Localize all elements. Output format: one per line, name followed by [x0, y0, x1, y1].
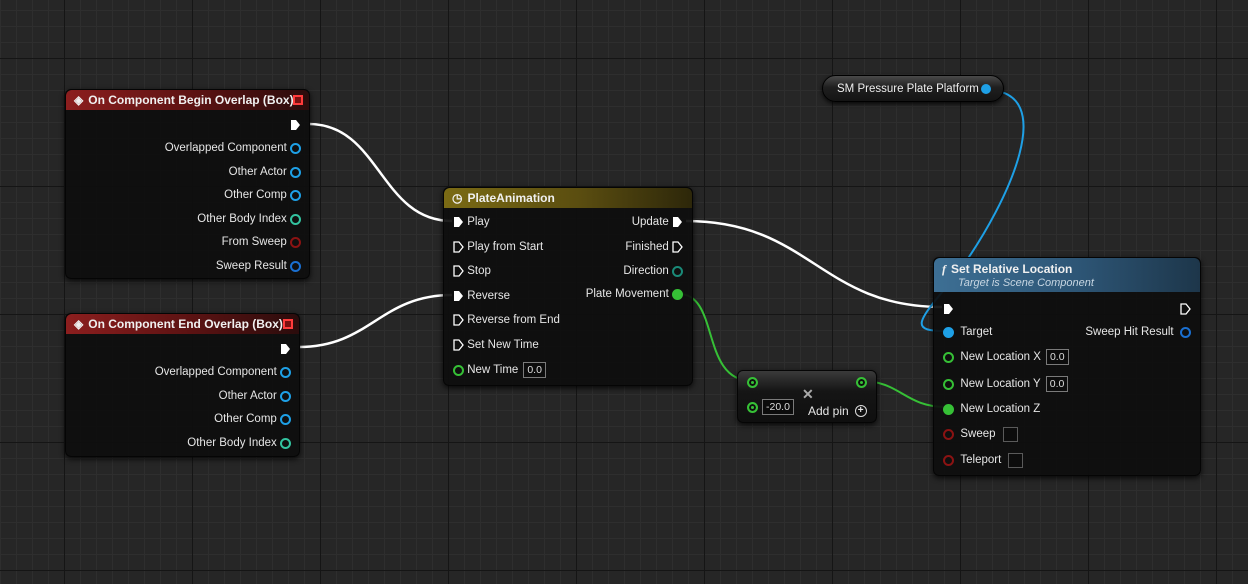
struct-pin-icon — [290, 260, 301, 272]
begin-pin-overlapped-component[interactable]: Overlapped Component — [165, 140, 301, 156]
int-pin-icon — [280, 437, 291, 449]
exec-wire-begin-to-play — [308, 122, 453, 223]
set-location-pin-sweep[interactable]: Sweep — [943, 426, 1018, 442]
delegate-icon[interactable] — [293, 95, 303, 105]
bool-pin-icon — [290, 236, 301, 248]
add-input-b-pin[interactable] — [747, 402, 758, 413]
object-pin-icon — [943, 326, 954, 338]
add-pin-button[interactable]: Add pin + — [808, 404, 867, 418]
float-pin-icon — [943, 378, 954, 390]
delegate-icon[interactable] — [283, 319, 293, 329]
object-pin-icon — [290, 189, 301, 201]
begin-overlap-header[interactable]: ◈ On Component Begin Overlap (Box) — [66, 90, 309, 110]
new-time-input[interactable]: 0.0 — [523, 362, 546, 378]
bool-pin-icon — [943, 454, 954, 466]
object-pin-icon — [280, 413, 291, 425]
new-location-y-input[interactable]: 0.0 — [1045, 376, 1069, 392]
set-location-pin-z[interactable]: New Location Z — [943, 401, 1040, 417]
function-icon: f — [942, 261, 946, 276]
timeline-title: PlateAnimation — [467, 191, 555, 205]
end-overlap-event-node[interactable]: ◈ On Component End Overlap (Box) Overlap… — [65, 313, 300, 457]
begin-pin-from-sweep[interactable]: From Sweep — [222, 234, 301, 250]
set-location-exec-in-pin[interactable] — [943, 301, 954, 317]
int-pin-icon — [290, 213, 301, 225]
timeline-pin-reverse[interactable]: Reverse — [453, 288, 510, 304]
object-pin-icon[interactable] — [981, 84, 991, 94]
set-relative-location-node[interactable]: f Set Relative Location Target is Scene … — [933, 257, 1201, 476]
timeline-pin-play-from-start[interactable]: Play from Start — [453, 239, 543, 255]
object-pin-icon — [280, 390, 291, 402]
set-location-pin-x[interactable]: New Location X 0.0 — [943, 349, 1069, 365]
add-input-a-pin[interactable] — [747, 377, 758, 388]
plus-circle-icon: + — [854, 405, 867, 417]
add-float-node[interactable]: ✕ -20.0 Add pin + — [737, 370, 877, 423]
begin-pin-other-body-index[interactable]: Other Body Index — [197, 211, 301, 227]
exec-wire-update-to-set — [685, 219, 943, 309]
set-location-subtitle: Target is Scene Component — [958, 276, 1094, 289]
timeline-node[interactable]: ◷ PlateAnimation Play Play from Start St… — [443, 187, 693, 386]
object-pin-icon — [290, 166, 301, 178]
timeline-pin-set-new-time[interactable]: Set New Time — [453, 337, 539, 353]
end-overlap-title: On Component End Overlap (Box) — [88, 317, 283, 331]
struct-pin-icon — [1180, 326, 1191, 338]
timeline-pin-play[interactable]: Play — [453, 214, 490, 230]
add-x-icon: ✕ — [802, 386, 814, 402]
begin-overlap-event-node[interactable]: ◈ On Component Begin Overlap (Box) Overl… — [65, 89, 310, 279]
begin-exec-out-pin[interactable] — [290, 117, 301, 133]
end-overlap-header[interactable]: ◈ On Component End Overlap (Box) — [66, 314, 299, 334]
begin-pin-other-actor[interactable]: Other Actor — [229, 164, 301, 180]
end-pin-overlapped-component[interactable]: Overlapped Component — [155, 364, 291, 380]
timeline-pin-reverse-from-end[interactable]: Reverse from End — [453, 312, 560, 328]
timeline-pin-plate-movement[interactable]: Plate Movement — [586, 286, 683, 302]
float-pin-icon — [943, 403, 954, 415]
timeline-pin-stop[interactable]: Stop — [453, 263, 491, 279]
event-icon: ◈ — [74, 317, 84, 331]
sm-pressure-plate-platform-variable[interactable]: SM Pressure Plate Platform — [822, 75, 1004, 102]
begin-pin-other-comp[interactable]: Other Comp — [224, 187, 301, 203]
begin-overlap-title: On Component Begin Overlap (Box) — [88, 93, 294, 107]
timeline-pin-finished[interactable]: Finished — [625, 239, 683, 255]
set-location-title: Set Relative Location — [951, 262, 1073, 276]
set-location-exec-out-pin[interactable] — [1180, 301, 1191, 317]
set-location-header[interactable]: f Set Relative Location Target is Scene … — [934, 258, 1200, 292]
end-pin-other-body-index[interactable]: Other Body Index — [187, 435, 291, 451]
enum-pin-icon — [672, 265, 683, 277]
set-location-pin-sweep-hit-result[interactable]: Sweep Hit Result — [1085, 324, 1191, 340]
end-pin-other-actor[interactable]: Other Actor — [219, 388, 291, 404]
sweep-checkbox[interactable] — [1002, 426, 1018, 442]
object-pin-icon — [290, 142, 301, 154]
set-location-pin-y[interactable]: New Location Y 0.0 — [943, 376, 1069, 392]
timeline-pin-direction[interactable]: Direction — [623, 263, 683, 279]
object-pin-icon — [280, 366, 291, 378]
float-pin-icon — [453, 364, 464, 376]
timeline-header[interactable]: ◷ PlateAnimation — [444, 188, 692, 208]
exec-wire-end-to-reverse — [298, 293, 453, 349]
set-location-pin-teleport[interactable]: Teleport — [943, 452, 1024, 468]
float-pin-icon — [672, 288, 683, 300]
set-location-pin-target[interactable]: Target — [943, 324, 992, 340]
begin-pin-sweep-result[interactable]: Sweep Result — [216, 258, 301, 274]
clock-icon: ◷ — [452, 191, 463, 205]
new-location-x-input[interactable]: 0.0 — [1045, 349, 1069, 365]
end-exec-out-pin[interactable] — [280, 341, 291, 357]
timeline-pin-new-time[interactable]: New Time 0.0 — [453, 362, 546, 378]
event-icon: ◈ — [74, 93, 84, 107]
timeline-pin-update[interactable]: Update — [632, 214, 683, 230]
add-output-pin[interactable] — [856, 377, 867, 388]
end-pin-other-comp[interactable]: Other Comp — [214, 411, 291, 427]
teleport-checkbox[interactable] — [1008, 452, 1024, 468]
float-pin-icon — [943, 351, 954, 363]
bool-pin-icon — [943, 428, 954, 440]
add-b-value-input[interactable]: -20.0 — [762, 399, 794, 415]
